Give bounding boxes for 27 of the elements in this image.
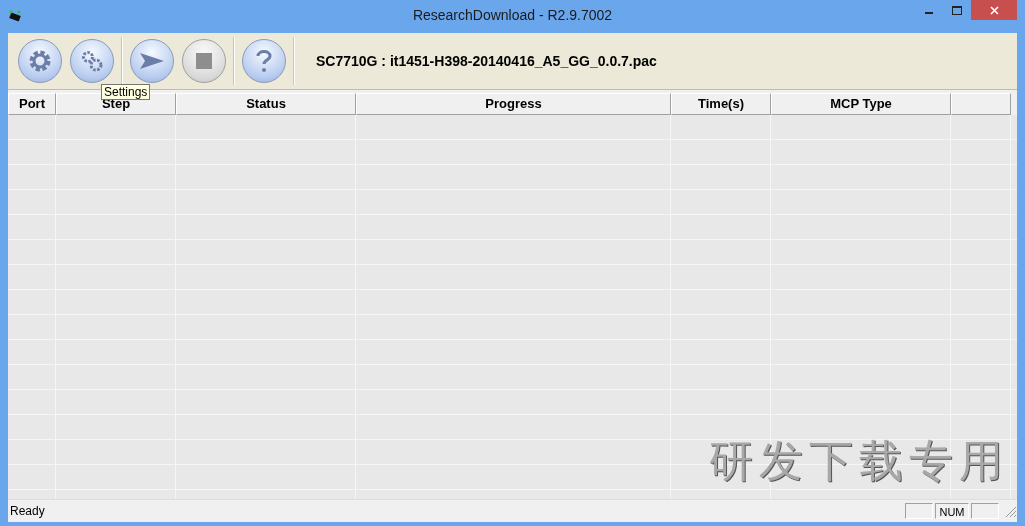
window-title: ResearchDownload - R2.9.7002 [412, 7, 613, 23]
file-label: SC7710G : it1451-H398-20140416_A5_GG_0.0.7.pac [316, 53, 657, 69]
toolbar-button[interactable] [242, 39, 286, 83]
resize-grip-icon [1003, 504, 1017, 518]
gear-icon [28, 49, 52, 73]
column-header[interactable]: MCP Type [771, 93, 951, 115]
status-indicator [971, 503, 999, 519]
column-header[interactable]: Time(s) [671, 93, 771, 115]
toolbar-button[interactable] [130, 39, 174, 83]
app-icon [8, 9, 22, 22]
help-icon [256, 49, 272, 73]
column-header[interactable] [951, 93, 1011, 115]
close-icon [989, 5, 999, 15]
arrow-icon [139, 52, 165, 70]
status-indicator: NUM [935, 503, 969, 519]
column-header[interactable]: Port [8, 93, 56, 115]
gears-icon [79, 49, 105, 73]
toolbar-button[interactable] [18, 39, 62, 83]
status-text: Ready [9, 504, 46, 518]
maximize-icon [952, 5, 962, 15]
column-header[interactable]: Status [176, 93, 356, 115]
status-indicator [905, 503, 933, 519]
background-watermark-text: 研发下载专用 [709, 434, 1009, 488]
column-header[interactable]: Progress [356, 93, 671, 115]
tooltip: Settings [101, 84, 151, 100]
toolbar-button[interactable] [70, 39, 114, 83]
stop-icon [196, 53, 212, 69]
